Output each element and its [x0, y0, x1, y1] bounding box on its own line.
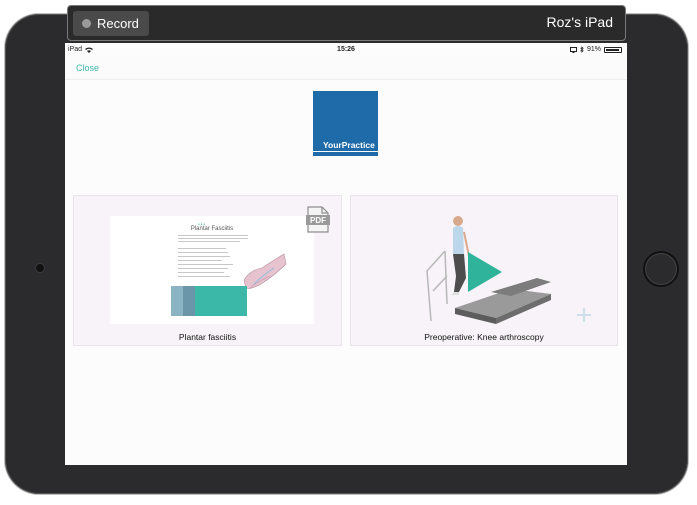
screen-mirroring-icon: [569, 46, 577, 53]
pdf-badge-label: PDF: [310, 216, 326, 225]
logo-underline: [313, 151, 378, 152]
ipad-screen: iPad 15:26 91% Close YourPractice ● ● ● …: [65, 43, 627, 465]
doc-text-line: [178, 248, 226, 249]
add-icon: [577, 308, 591, 322]
record-dot-icon: [82, 19, 91, 28]
status-time: 15:26: [337, 46, 355, 53]
doc-text-line: [178, 276, 230, 277]
nav-bar: Close: [65, 57, 627, 80]
practice-logo: YourPractice: [313, 91, 378, 156]
doc-text-line: [178, 238, 248, 239]
doc-text-line: [178, 260, 222, 261]
doc-photo: [183, 286, 195, 316]
battery-percent: 91%: [586, 46, 601, 53]
logo-text: YourPractice: [323, 140, 375, 150]
foot-illustration: [243, 253, 287, 289]
doc-text-line: [178, 241, 240, 242]
status-bar: iPad 15:26 91%: [65, 43, 627, 57]
doc-teal-band: [195, 286, 247, 316]
play-icon[interactable]: [468, 252, 502, 292]
pdf-icon: PDF: [306, 206, 330, 233]
card-title: Plantar fasciitis: [178, 332, 237, 342]
bluetooth-icon: [580, 46, 584, 53]
doc-preview-title: Plantar Fasciitis: [190, 226, 234, 232]
home-button[interactable]: [643, 251, 679, 287]
device-name: Roz's iPad: [546, 14, 613, 30]
doc-text-line: [178, 268, 228, 269]
doc-text-line: [178, 252, 228, 253]
front-camera: [35, 263, 45, 273]
battery-icon: [604, 46, 622, 53]
doc-text-line: [178, 264, 233, 265]
doc-photo: [171, 286, 183, 316]
record-button[interactable]: Record: [73, 11, 149, 36]
document-thumbnail: ● ● ● Plantar Fasciitis: [110, 216, 314, 324]
card-title: Preoperative: Knee arthroscopy: [424, 332, 544, 342]
doc-text-line: [178, 272, 224, 273]
doc-text-line: [178, 256, 230, 257]
card-knee-arthroscopy[interactable]: Preoperative: Knee arthroscopy: [350, 195, 618, 346]
card-plantar-fasciitis[interactable]: ● ● ● Plantar Fasciitis PDF Plantar fasc…: [73, 195, 342, 346]
close-button[interactable]: Close: [76, 63, 99, 73]
doc-text-line: [178, 235, 248, 236]
record-label: Record: [97, 16, 139, 31]
recorder-bar: Record Roz's iPad: [67, 5, 626, 41]
